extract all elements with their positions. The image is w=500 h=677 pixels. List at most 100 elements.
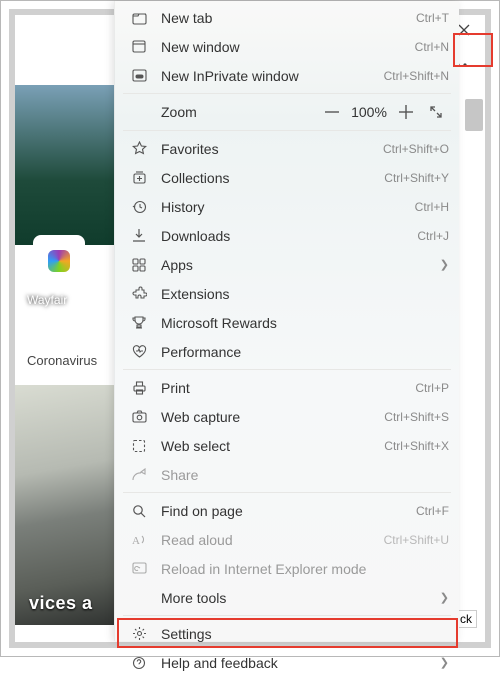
menu-item-more-tools[interactable]: More tools ❯ — [115, 583, 459, 612]
menu-separator — [123, 492, 451, 493]
menu-shortcut: Ctrl+Shift+Y — [384, 171, 449, 185]
menu-shortcut: Ctrl+H — [415, 200, 449, 214]
menu-label: Collections — [161, 170, 376, 186]
chevron-right-icon: ❯ — [440, 591, 449, 604]
menu-label: Extensions — [161, 286, 449, 302]
menu-label: Apps — [161, 257, 434, 273]
menu-shortcut: Ctrl+T — [416, 11, 449, 25]
help-icon — [129, 656, 149, 670]
chevron-right-icon: ❯ — [440, 656, 449, 669]
menu-shortcut: Ctrl+P — [415, 381, 449, 395]
menu-separator — [123, 615, 451, 616]
extensions-icon — [129, 286, 149, 301]
menu-shortcut: Ctrl+N — [415, 40, 449, 54]
chevron-right-icon: ❯ — [440, 258, 449, 271]
menu-item-downloads[interactable]: Downloads Ctrl+J — [115, 221, 459, 250]
menu-item-apps[interactable]: Apps ❯ — [115, 250, 459, 279]
menu-item-help[interactable]: Help and feedback ❯ — [115, 648, 459, 677]
menu-label: Print — [161, 380, 407, 396]
menu-item-web-select[interactable]: Web select Ctrl+Shift+X — [115, 431, 459, 460]
star-icon — [129, 141, 149, 156]
fullscreen-icon — [429, 105, 443, 119]
menu-item-rewards[interactable]: Microsoft Rewards — [115, 308, 459, 337]
menu-shortcut: Ctrl+Shift+X — [384, 439, 449, 453]
menu-shortcut: Ctrl+F — [416, 504, 449, 518]
menu-item-share: Share — [115, 460, 459, 489]
read-aloud-icon: A — [129, 533, 149, 546]
ie-mode-icon — [129, 562, 149, 575]
new-tab-icon — [129, 11, 149, 25]
menu-item-settings[interactable]: Settings — [115, 619, 459, 648]
menu-item-favorites[interactable]: Favorites Ctrl+Shift+O — [115, 134, 459, 163]
menu-separator — [123, 130, 451, 131]
plus-icon — [399, 105, 413, 119]
zoom-value: 100% — [347, 104, 391, 120]
menu-item-extensions[interactable]: Extensions — [115, 279, 459, 308]
news-headline-fragment: vices a — [29, 593, 93, 614]
zoom-out-button[interactable] — [317, 98, 347, 126]
menu-label: History — [161, 199, 407, 215]
inprivate-icon — [129, 69, 149, 82]
history-icon — [129, 199, 149, 214]
menu-item-print[interactable]: Print Ctrl+P — [115, 373, 459, 402]
menu-label: New InPrivate window — [161, 68, 376, 84]
news-image — [15, 385, 125, 625]
wayfair-icon — [48, 250, 70, 272]
menu-item-collections[interactable]: Collections Ctrl+Shift+Y — [115, 163, 459, 192]
menu-label: Settings — [161, 626, 449, 642]
new-window-icon — [129, 40, 149, 53]
menu-label: Downloads — [161, 228, 409, 244]
menu-item-new-tab[interactable]: New tab Ctrl+T — [115, 3, 459, 32]
menu-shortcut: Ctrl+Shift+S — [384, 410, 449, 424]
menu-separator — [123, 369, 451, 370]
menu-item-new-window[interactable]: New window Ctrl+N — [115, 32, 459, 61]
menu-item-new-inprivate[interactable]: New InPrivate window Ctrl+Shift+N — [115, 61, 459, 90]
camera-icon — [129, 410, 149, 423]
quicklink-tile[interactable] — [33, 235, 85, 287]
download-icon — [129, 228, 149, 243]
collections-icon — [129, 171, 149, 185]
menu-label: Microsoft Rewards — [161, 315, 449, 331]
menu-label: Reload in Internet Explorer mode — [161, 561, 449, 577]
menu-label: Performance — [161, 344, 449, 360]
quicklink-label: Wayfair — [27, 293, 67, 307]
search-icon — [129, 504, 149, 518]
print-icon — [129, 381, 149, 395]
menu-item-read-aloud: A Read aloud Ctrl+Shift+U — [115, 525, 459, 554]
apps-icon — [129, 258, 149, 272]
menu-label: More tools — [161, 590, 434, 606]
menu-shortcut: Ctrl+J — [417, 229, 449, 243]
zoom-in-button[interactable] — [391, 98, 421, 126]
minus-icon — [325, 111, 339, 113]
web-select-icon — [129, 439, 149, 453]
menu-item-performance[interactable]: Performance — [115, 337, 459, 366]
menu-label: New tab — [161, 10, 408, 26]
menu-item-web-capture[interactable]: Web capture Ctrl+Shift+S — [115, 402, 459, 431]
settings-menu: New tab Ctrl+T New window Ctrl+N New InP… — [114, 1, 459, 641]
menu-shortcut: Ctrl+Shift+U — [384, 533, 449, 547]
menu-item-reload-ie: Reload in Internet Explorer mode — [115, 554, 459, 583]
menu-label: Web capture — [161, 409, 376, 425]
news-topic-chip[interactable]: Coronavirus — [27, 353, 97, 368]
menu-zoom-row: Zoom 100% — [115, 97, 459, 127]
scrollbar-thumb[interactable] — [465, 99, 483, 131]
trophy-icon — [129, 315, 149, 330]
menu-label: Web select — [161, 438, 376, 454]
menu-shortcut: Ctrl+Shift+N — [384, 69, 449, 83]
menu-shortcut: Ctrl+Shift+O — [383, 142, 449, 156]
svg-text:A: A — [132, 535, 140, 546]
menu-label: Share — [161, 467, 449, 483]
menu-item-history[interactable]: History Ctrl+H — [115, 192, 459, 221]
fullscreen-button[interactable] — [421, 98, 451, 126]
share-icon — [129, 468, 149, 482]
menu-item-find[interactable]: Find on page Ctrl+F — [115, 496, 459, 525]
zoom-label: Zoom — [161, 104, 317, 120]
menu-label: Find on page — [161, 503, 408, 519]
hero-image — [15, 85, 125, 245]
menu-label: New window — [161, 39, 407, 55]
close-icon — [458, 24, 470, 36]
heartbeat-icon — [129, 345, 149, 359]
gear-icon — [129, 626, 149, 641]
menu-label: Read aloud — [161, 532, 376, 548]
menu-separator — [123, 93, 451, 94]
